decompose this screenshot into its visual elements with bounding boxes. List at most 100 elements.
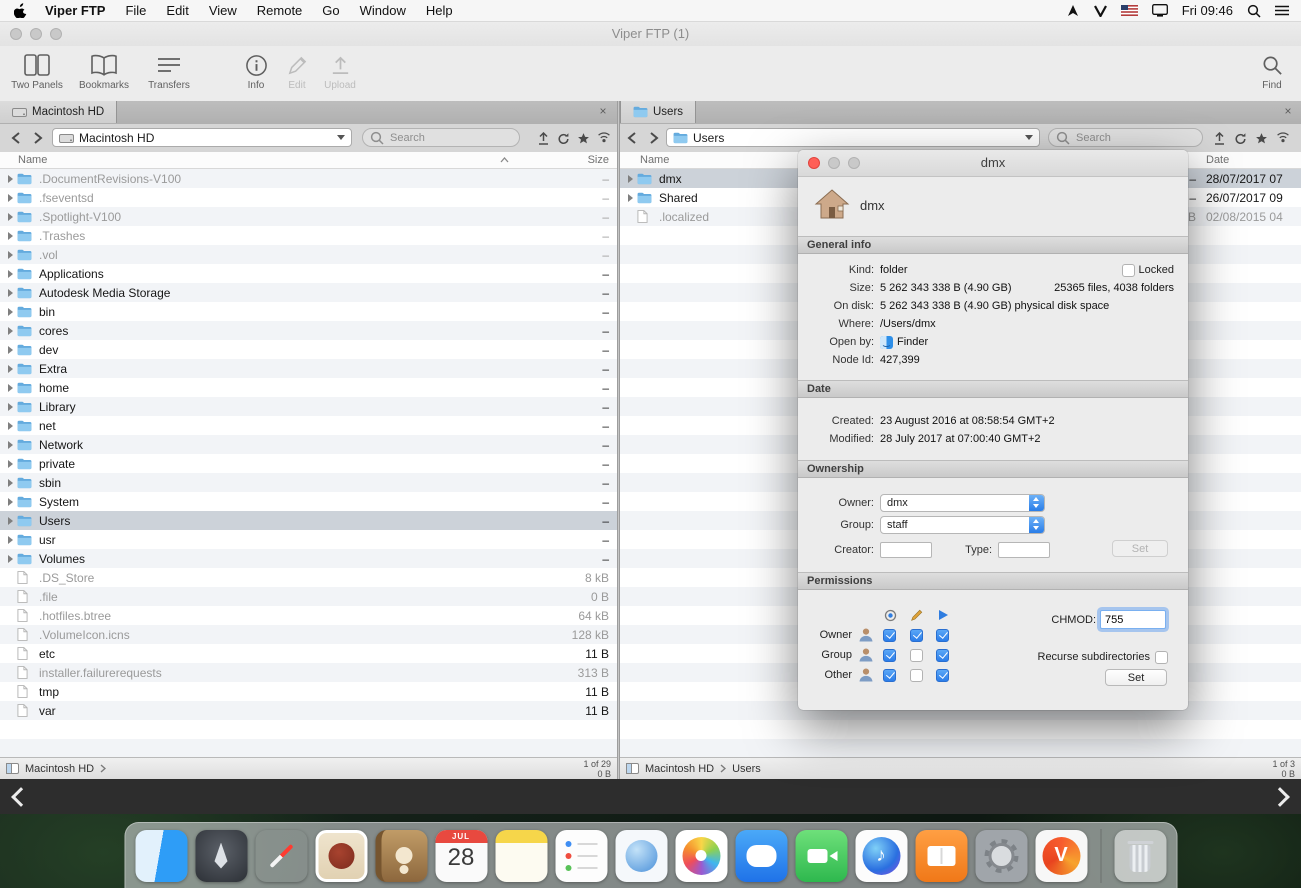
disclosure-triangle-icon[interactable]	[8, 251, 13, 259]
file-row[interactable]: tmp11 B	[0, 682, 617, 701]
right-search-field[interactable]	[1048, 128, 1203, 147]
bookmarks-button[interactable]: Bookmarks	[72, 53, 136, 91]
file-row[interactable]: .Trashes–	[0, 226, 617, 245]
disclosure-triangle-icon[interactable]	[8, 517, 13, 525]
dock-notes-icon[interactable]	[495, 830, 547, 882]
file-row[interactable]: .DS_Store8 kB	[0, 568, 617, 587]
file-row[interactable]: Extra–	[0, 359, 617, 378]
tab-users[interactable]: Users	[620, 101, 696, 123]
disclosure-triangle-icon[interactable]	[8, 175, 13, 183]
disclosure-triangle-icon[interactable]	[8, 403, 13, 411]
window-titlebar[interactable]: Viper FTP (1)	[0, 22, 1301, 47]
disclosure-triangle-icon[interactable]	[8, 422, 13, 430]
file-row[interactable]: Library–	[0, 397, 617, 416]
disclosure-triangle-icon[interactable]	[8, 327, 13, 335]
panel-divider[interactable]	[617, 101, 620, 779]
menubar-item-help[interactable]: Help	[416, 3, 463, 18]
file-row[interactable]: cores–	[0, 321, 617, 340]
left-remote-signal-icon[interactable]	[597, 132, 611, 144]
column-header-size[interactable]: Size	[588, 154, 609, 166]
left-favorites-star-icon[interactable]	[577, 132, 590, 145]
dialog-titlebar[interactable]: dmx	[798, 150, 1188, 177]
menubar-item-go[interactable]: Go	[312, 3, 349, 18]
tab-macintosh-hd[interactable]: Macintosh HD	[0, 101, 117, 123]
file-row[interactable]: Volumes–	[0, 549, 617, 568]
disclosure-triangle-icon[interactable]	[8, 270, 13, 278]
dock-photos-icon[interactable]	[675, 830, 727, 882]
other-write-checkbox[interactable]	[910, 669, 923, 682]
right-forward-button[interactable]	[648, 131, 660, 145]
dock-rocket-icon[interactable]	[195, 830, 247, 882]
dock-facetime-icon[interactable]	[795, 830, 847, 882]
zoom-window-button[interactable]	[50, 28, 62, 40]
viper-status-icon[interactable]	[1094, 5, 1107, 17]
owner-write-checkbox[interactable]	[910, 629, 923, 642]
other-read-checkbox[interactable]	[883, 669, 896, 682]
file-row[interactable]: Autodesk Media Storage–	[0, 283, 617, 302]
disclosure-triangle-icon[interactable]	[8, 346, 13, 354]
dock-app3d-icon[interactable]	[615, 830, 667, 882]
spotlight-search-icon[interactable]	[1247, 4, 1261, 18]
right-back-button[interactable]	[626, 131, 638, 145]
transfers-button[interactable]: Transfers	[140, 53, 198, 91]
left-search-field[interactable]	[362, 128, 520, 147]
type-input[interactable]	[998, 542, 1050, 558]
close-window-button[interactable]	[10, 28, 22, 40]
pointer-icon[interactable]	[1067, 4, 1080, 17]
disclosure-triangle-icon[interactable]	[8, 194, 13, 202]
disclosure-triangle-icon[interactable]	[8, 536, 13, 544]
file-row[interactable]: .fseventsd–	[0, 188, 617, 207]
file-row[interactable]: .hotfiles.btree64 kB	[0, 606, 617, 625]
file-row[interactable]: System–	[0, 492, 617, 511]
file-row[interactable]: Applications–	[0, 264, 617, 283]
right-path-dropdown[interactable]: Users	[666, 128, 1040, 147]
disclosure-triangle-icon[interactable]	[8, 213, 13, 221]
dock-mail-icon[interactable]	[315, 830, 367, 882]
right-upload-icon[interactable]	[1213, 132, 1226, 145]
disclosure-triangle-icon[interactable]	[8, 289, 13, 297]
permissions-set-button[interactable]: Set	[1105, 669, 1167, 686]
right-remote-signal-icon[interactable]	[1276, 132, 1290, 144]
file-row[interactable]: .vol–	[0, 245, 617, 264]
disclosure-triangle-icon[interactable]	[8, 384, 13, 392]
us-flag-icon[interactable]	[1121, 5, 1138, 16]
file-row[interactable]: usr–	[0, 530, 617, 549]
dock-trash-icon[interactable]	[1114, 830, 1166, 882]
info-button[interactable]: Info	[236, 53, 276, 91]
breadcrumb-item[interactable]: Macintosh HD	[645, 763, 714, 775]
dialog-zoom-button[interactable]	[848, 157, 860, 169]
dock-calendar-icon[interactable]: JUL28	[435, 830, 487, 882]
right-search-input[interactable]	[1074, 131, 1195, 145]
dock-itunes-icon[interactable]	[855, 830, 907, 882]
dock-ibooks-icon[interactable]	[915, 830, 967, 882]
dialog-minimize-button[interactable]	[828, 157, 840, 169]
dock-messages-icon[interactable]	[735, 830, 787, 882]
file-row[interactable]: installer.failurerequests313 B	[0, 663, 617, 682]
dock-contacts-icon[interactable]	[375, 830, 427, 882]
file-row[interactable]: .VolumeIcon.icns128 kB	[0, 625, 617, 644]
disclosure-triangle-icon[interactable]	[8, 460, 13, 468]
breadcrumb-item[interactable]: Users	[732, 763, 761, 775]
displays-icon[interactable]	[1152, 4, 1168, 17]
two-panels-button[interactable]: Two Panels	[6, 53, 68, 91]
file-row[interactable]: private–	[0, 454, 617, 473]
recurse-subdirectories-checkbox[interactable]	[1155, 651, 1168, 664]
page-previous-chevron[interactable]	[11, 787, 31, 807]
menubar-app-name[interactable]: Viper FTP	[35, 3, 115, 18]
chmod-input[interactable]	[1100, 610, 1166, 629]
disclosure-triangle-icon[interactable]	[8, 498, 13, 506]
disclosure-triangle-icon[interactable]	[8, 365, 13, 373]
file-row[interactable]: etc11 B	[0, 644, 617, 663]
dialog-close-button[interactable]	[808, 157, 820, 169]
menubar-clock[interactable]: Fri 09:46	[1182, 3, 1233, 18]
group-dropdown[interactable]: staff	[880, 516, 1045, 534]
right-favorites-star-icon[interactable]	[1255, 132, 1268, 145]
dock-reminders-icon[interactable]	[555, 830, 607, 882]
group-write-checkbox[interactable]	[910, 649, 923, 662]
file-row[interactable]: net–	[0, 416, 617, 435]
file-row[interactable]: home–	[0, 378, 617, 397]
column-header-name[interactable]: Name	[18, 154, 47, 166]
left-refresh-icon[interactable]	[557, 132, 570, 145]
owner-execute-checkbox[interactable]	[936, 629, 949, 642]
disclosure-triangle-icon[interactable]	[8, 232, 13, 240]
